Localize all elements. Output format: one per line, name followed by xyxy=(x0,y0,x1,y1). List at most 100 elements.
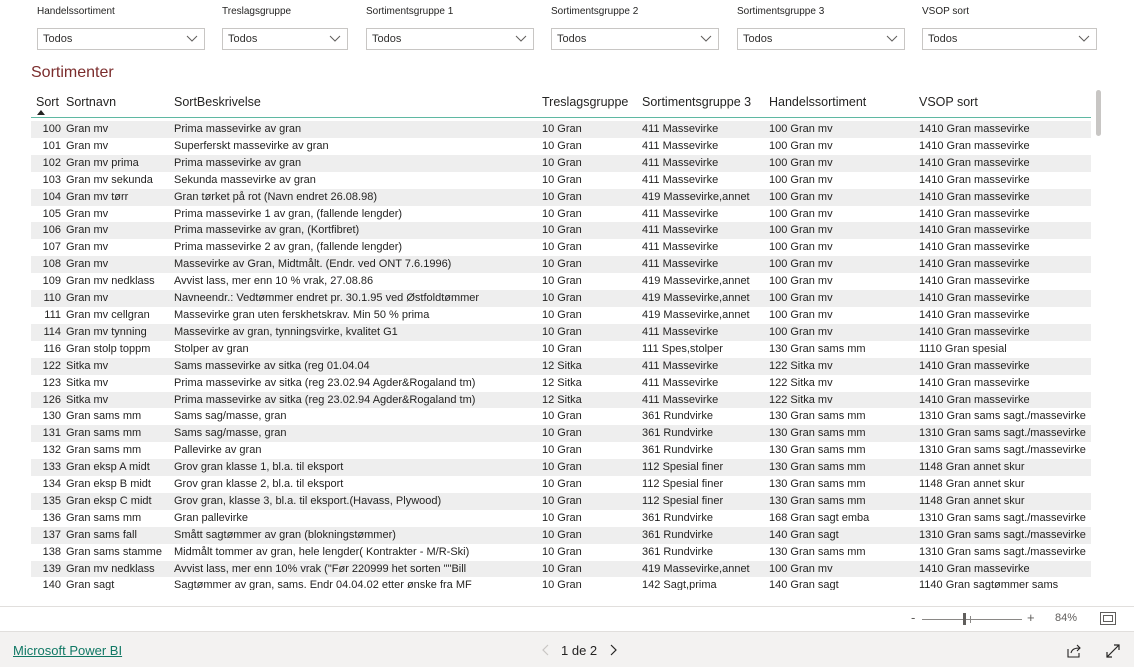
cell-sort: 133 xyxy=(31,459,65,477)
column-header-sortbeskrivelse[interactable]: SortBeskrivelse xyxy=(173,88,541,118)
slicer-dropdown[interactable]: Todos xyxy=(922,28,1097,50)
share-icon[interactable] xyxy=(1066,643,1082,659)
table-row[interactable]: 109 Gran mv nedklass Avvist lass, mer enn … xyxy=(31,273,1091,290)
slicer-vsop-sort: VSOP sort Todos xyxy=(922,6,1097,50)
slicer-treslagsgruppe: Treslagsgruppe Todos xyxy=(222,6,348,50)
cell-sortimentsgruppe-3: 361 Rundvirke xyxy=(642,545,713,558)
zoom-level: 84% xyxy=(1055,612,1078,624)
slicer-dropdown[interactable]: Todos xyxy=(37,28,205,50)
cell-sortnavn: Gran mv xyxy=(66,241,109,254)
slicer-dropdown[interactable]: Todos xyxy=(366,28,534,50)
table-row[interactable]: 126 Sitka mv Prima massevirke av sitka (re… xyxy=(31,391,1091,409)
fit-to-page-icon[interactable] xyxy=(1100,612,1116,625)
cell-vsop-sort: 1110 Gran spesial xyxy=(919,342,1007,355)
table-row[interactable]: 139 Gran mv nedklass Avvist lass, mer enn … xyxy=(31,560,1091,578)
cell-treslagsgruppe: 10 Gran xyxy=(541,492,641,510)
slicer-label: VSOP sort xyxy=(922,6,970,17)
table-row[interactable]: 122 Sitka mv Sams massevirke av sitka (reg… xyxy=(31,357,1091,375)
cell-sort: 106 xyxy=(31,222,65,240)
cell-sortnavn: Gran mv xyxy=(65,222,173,240)
cell-sortbeskrivelse: Navneendr.: Vedtømmer endret pr. 30.1.95… xyxy=(173,290,541,307)
table-row[interactable]: 138 Gran sams stamme Midmålt tommer av gra… xyxy=(31,544,1091,561)
table-row[interactable]: 108 Gran mv Massevirke av Gran, Midtmålt. … xyxy=(31,256,1091,274)
cell-handelssortiment: 130 Gran sams mm xyxy=(769,444,866,457)
table-row[interactable]: 102 Gran mv prima Prima massevirke av gran… xyxy=(31,154,1091,172)
cell-sort: 107 xyxy=(42,241,61,254)
cell-treslagsgruppe: 10 Gran xyxy=(541,256,641,274)
slicer-value: Todos xyxy=(228,33,258,45)
zoom-out-button[interactable]: - xyxy=(911,610,915,625)
table-row[interactable]: 137 Gran sams fall Smått sagtømmer av gran… xyxy=(31,526,1091,544)
table-row[interactable]: 130 Gran sams mm Sams sag/masse, gran 10 Gr… xyxy=(31,408,1091,425)
cell-sort: 123 xyxy=(42,376,61,389)
cell-sort: 111 xyxy=(44,308,61,321)
cell-sortimentsgruppe-3: 361 Rundvirke xyxy=(642,444,713,457)
table-scrollbar[interactable] xyxy=(1096,88,1102,588)
column-header-sortnavn[interactable]: Sortnavn xyxy=(65,88,173,118)
cell-sortbeskrivelse: Pallevirke av gran xyxy=(174,444,262,457)
power-bi-link[interactable]: Microsoft Power BI xyxy=(13,643,122,658)
cell-treslagsgruppe: 10 Gran xyxy=(542,207,582,220)
slicer-dropdown[interactable]: Todos xyxy=(737,28,905,50)
column-header-vsop-sort[interactable]: VSOP sort xyxy=(918,88,1091,118)
cell-vsop-sort: 1410 Gran massevirke xyxy=(918,357,1091,375)
cell-sortimentsgruppe-3: 411 Massevirke xyxy=(642,173,719,186)
cell-sort: 114 xyxy=(31,323,65,341)
table-row[interactable]: 103 Gran mv sekunda Sekunda massevirke av … xyxy=(31,172,1091,189)
cell-treslagsgruppe: 10 Gran xyxy=(541,526,641,544)
cell-handelssortiment: 130 Gran sams mm xyxy=(768,492,918,510)
cell-sortimentsgruppe-3: 419 Massevirke,annet xyxy=(641,188,768,206)
chevron-left-icon[interactable] xyxy=(536,641,554,659)
table-row[interactable]: 101 Gran mv Superferskt massevirke av gran… xyxy=(31,138,1091,155)
cell-vsop-sort: 1410 Gran massevirke xyxy=(919,308,1030,321)
table-row[interactable]: 111 Gran mv cellgran Massevirke gran uten … xyxy=(31,307,1091,324)
zoom-slider-center-tick xyxy=(970,616,971,623)
cell-handelssortiment: 100 Gran mv xyxy=(769,241,833,254)
table-row[interactable]: 133 Gran eksp A midt Grov gran klasse 1, b… xyxy=(31,459,1091,477)
fullscreen-icon[interactable] xyxy=(1105,643,1121,659)
column-header-sort[interactable]: Sort xyxy=(31,88,65,118)
column-header-sortimentsgruppe-3[interactable]: Sortimentsgruppe 3 xyxy=(641,88,768,118)
zoom-in-button[interactable]: + xyxy=(1027,610,1035,625)
cell-handelssortiment: 100 Gran mv xyxy=(769,275,833,288)
table-row[interactable]: 140 Gran sagt Sagtømmer av gran, sams. End… xyxy=(31,577,1091,590)
table-row[interactable]: 134 Gran eksp B midt Grov gran klasse 2, b… xyxy=(31,476,1091,493)
cell-sort: 132 xyxy=(42,444,61,457)
sortimenter-table[interactable]: Sort Sortnavn SortBeskrivelse Treslagsgr… xyxy=(31,88,1091,590)
cell-vsop-sort: 1410 Gran massevirke xyxy=(918,222,1091,240)
table-row[interactable]: 105 Gran mv Prima massevirke 1 av gran, (f… xyxy=(31,206,1091,223)
cell-sortbeskrivelse: Sams sag/masse, gran xyxy=(174,410,287,423)
zoom-slider-handle[interactable] xyxy=(963,613,966,625)
column-header-treslagsgruppe[interactable]: Treslagsgruppe xyxy=(541,88,641,118)
cell-sortnavn: Gran mv xyxy=(65,290,173,307)
scrollbar-thumb[interactable] xyxy=(1096,90,1101,136)
table-row[interactable]: 107 Gran mv Prima massevirke 2 av gran, (f… xyxy=(31,239,1091,256)
cell-sortbeskrivelse: Prima massevirke av sitka (reg 23.02.94 … xyxy=(173,391,541,409)
table-row[interactable]: 110 Gran mv Navneendr.: Vedtømmer endret p… xyxy=(31,290,1091,307)
table-row[interactable]: 104 Gran mv tørr Gran tørket på rot (Navn … xyxy=(31,188,1091,206)
cell-vsop-sort: 1410 Gran massevirke xyxy=(918,560,1091,578)
slicer-dropdown[interactable]: Todos xyxy=(222,28,348,50)
cell-sort: 138 xyxy=(42,545,61,558)
table-row[interactable]: 136 Gran sams mm Gran pallevirke 10 Gran 361… xyxy=(31,510,1091,527)
cell-sortnavn: Gran sams mm xyxy=(66,444,142,457)
slicer-value: Todos xyxy=(372,33,402,45)
table-row[interactable]: 132 Gran sams mm Pallevirke av gran 10 Gran… xyxy=(31,442,1091,459)
slicer-dropdown[interactable]: Todos xyxy=(551,28,719,50)
table-row[interactable]: 131 Gran sams mm Sams sag/masse, gran 10 Gr… xyxy=(31,425,1091,443)
table-row[interactable]: 100 Gran mv Prima massevirke av gran 10 Gra… xyxy=(31,121,1091,138)
chevron-down-icon xyxy=(700,32,712,44)
chevron-down-icon xyxy=(515,32,527,44)
zoom-slider-track[interactable] xyxy=(922,619,1022,620)
table-row[interactable]: 116 Gran stolp toppm Stolper av gran 10 Gra… xyxy=(31,341,1091,358)
table-row[interactable]: 114 Gran mv tynning Massevirke av gran, ty… xyxy=(31,323,1091,341)
table-row[interactable]: 135 Gran eksp C midt Grov gran, klasse 3, … xyxy=(31,492,1091,510)
chevron-down-icon xyxy=(186,32,198,44)
chevron-down-icon xyxy=(886,32,898,44)
cell-sortimentsgruppe-3: 112 Spesial finer xyxy=(641,459,768,477)
table-row[interactable]: 123 Sitka mv Prima massevirke av sitka (re… xyxy=(31,375,1091,392)
table-row[interactable]: 106 Gran mv Prima massevirke av gran, (Kor… xyxy=(31,222,1091,240)
column-header-handelssortiment[interactable]: Handelssortiment xyxy=(768,88,918,118)
cell-sort: 104 xyxy=(31,188,65,206)
chevron-right-icon[interactable] xyxy=(605,641,623,659)
